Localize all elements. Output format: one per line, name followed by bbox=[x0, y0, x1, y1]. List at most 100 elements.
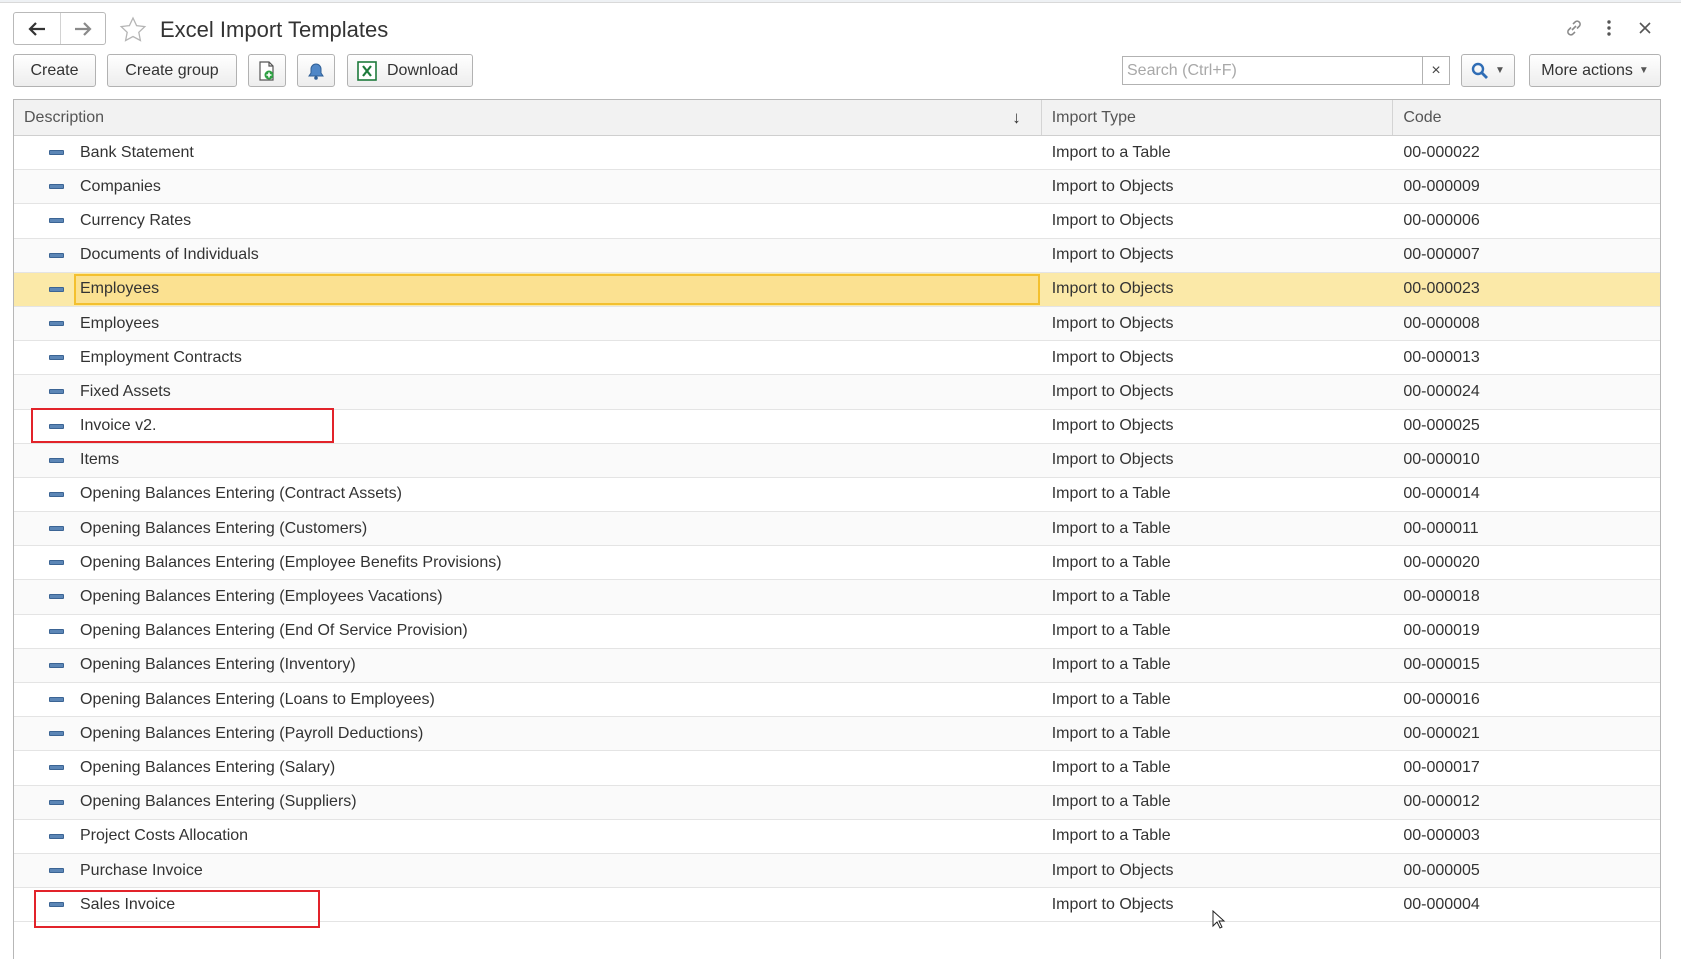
templates-table: Description ↓ Import Type Code Bank Stat… bbox=[13, 99, 1661, 959]
cell-code: 00-000003 bbox=[1403, 827, 1480, 845]
table-row[interactable]: Opening Balances Entering (Inventory) Imp… bbox=[14, 648, 1660, 683]
table-row[interactable]: Opening Balances Entering (Loans to Empl… bbox=[14, 683, 1660, 718]
cell-description: Documents of Individuals bbox=[14, 239, 1041, 272]
cell-import-type: Import to Objects bbox=[1051, 348, 1174, 366]
cell-description: Bank Statement bbox=[14, 136, 1041, 169]
catalog-item-icon bbox=[49, 697, 64, 702]
table-row[interactable]: Employees Import to Objects 00-000023 bbox=[14, 272, 1660, 307]
search-clear-button[interactable]: × bbox=[1422, 57, 1449, 84]
catalog-item-icon bbox=[49, 902, 64, 908]
arrow-left-icon bbox=[28, 21, 45, 36]
column-header-description[interactable]: Description ↓ bbox=[14, 100, 1041, 135]
cell-code: 00-000025 bbox=[1403, 417, 1480, 435]
table-row[interactable]: Currency Rates Import to Objects 00-000006 bbox=[14, 204, 1660, 239]
cell-description: Companies bbox=[14, 170, 1041, 203]
more-actions-button[interactable]: More actions ▼ bbox=[1529, 54, 1661, 87]
catalog-item-icon bbox=[49, 457, 64, 463]
table-row[interactable]: Sales Invoice Import to Objects 00-000004 bbox=[14, 888, 1660, 923]
create-button[interactable]: Create bbox=[13, 54, 96, 87]
catalog-item-icon bbox=[49, 594, 64, 600]
cell-description: Project Costs Allocation bbox=[14, 820, 1041, 853]
cell-description: Opening Balances Entering (Salary) bbox=[14, 751, 1041, 784]
table-row[interactable]: Opening Balances Entering (Customers) Imp… bbox=[14, 512, 1660, 547]
back-button[interactable] bbox=[14, 13, 60, 44]
description-text: Opening Balances Entering (Inventory) bbox=[80, 656, 356, 674]
download-button[interactable]: Download bbox=[347, 54, 473, 87]
table-row[interactable]: Bank Statement Import to a Table 00-000022 bbox=[14, 136, 1660, 171]
column-header-label: Description bbox=[24, 108, 105, 126]
search-options-button[interactable]: ▼ bbox=[1461, 54, 1515, 87]
cell-import-type: Import to a Table bbox=[1051, 622, 1171, 640]
star-icon bbox=[119, 16, 147, 42]
description-text: Bank Statement bbox=[80, 143, 194, 161]
bell-icon bbox=[308, 62, 324, 80]
description-text: Sales Invoice bbox=[80, 895, 176, 913]
cell-description: Opening Balances Entering (Employee Bene… bbox=[14, 546, 1041, 579]
catalog-item-icon bbox=[49, 833, 64, 839]
cell-import-type: Import to Objects bbox=[1051, 246, 1174, 264]
table-row[interactable]: Employees Import to Objects 00-000008 bbox=[14, 306, 1660, 342]
column-header-import-type[interactable]: Import Type bbox=[1040, 100, 1393, 135]
table-row[interactable]: Project Costs Allocation Import to a Tabl… bbox=[14, 820, 1660, 854]
table-row[interactable]: Employment Contracts Import to Objects 00-… bbox=[14, 341, 1660, 376]
more-menu-button[interactable] bbox=[1598, 17, 1620, 39]
table-row[interactable]: Documents of Individuals Import to Object… bbox=[14, 238, 1660, 273]
forward-button[interactable] bbox=[59, 13, 106, 44]
link-button[interactable] bbox=[1563, 17, 1585, 39]
table-body: Bank Statement Import to a Table 00-000022… bbox=[14, 136, 1660, 923]
cell-description: Fixed Assets bbox=[14, 375, 1041, 408]
catalog-item-icon bbox=[49, 355, 64, 361]
table-row[interactable]: Opening Balances Entering (End Of Servic… bbox=[14, 615, 1660, 649]
chevron-down-icon: ▼ bbox=[1638, 65, 1649, 76]
cell-description: Invoice v2. bbox=[14, 410, 1041, 443]
description-text: Project Costs Allocation bbox=[80, 827, 249, 845]
excel-icon bbox=[357, 60, 377, 81]
catalog-item-icon bbox=[49, 799, 64, 805]
table-row[interactable]: Invoice v2. Import to Objects 00-000025 bbox=[14, 410, 1660, 444]
table-row[interactable]: Purchase Invoice Import to Objects 00-0000… bbox=[14, 853, 1660, 889]
table-row[interactable]: Companies Import to Objects 00-000009 bbox=[14, 170, 1660, 205]
table-row[interactable]: Items Import to Objects 00-000010 bbox=[14, 443, 1660, 478]
table-row[interactable]: Opening Balances Entering (Payroll Deduc… bbox=[14, 717, 1660, 752]
table-row[interactable]: Opening Balances Entering (Salary) Import… bbox=[14, 751, 1660, 786]
cell-code: 00-000010 bbox=[1403, 451, 1480, 469]
description-text: Fixed Assets bbox=[80, 382, 171, 400]
cell-code: 00-000006 bbox=[1403, 211, 1480, 229]
description-text: Documents of Individuals bbox=[80, 246, 259, 264]
close-button[interactable] bbox=[1634, 17, 1656, 39]
magnifier-icon bbox=[1471, 62, 1489, 79]
add-document-button[interactable] bbox=[248, 54, 286, 87]
page-title: Excel Import Templates bbox=[160, 17, 389, 42]
cell-code: 00-000011 bbox=[1403, 519, 1479, 537]
create-group-button-label: Create group bbox=[125, 61, 219, 79]
description-text: Employees bbox=[80, 280, 160, 298]
catalog-item-icon bbox=[49, 560, 64, 566]
table-row[interactable]: Opening Balances Entering (Suppliers) Imp… bbox=[14, 785, 1660, 820]
cell-code: 00-000008 bbox=[1403, 314, 1480, 332]
table-row[interactable]: Opening Balances Entering (Contract Asse… bbox=[14, 478, 1660, 513]
column-header-label: Import Type bbox=[1051, 108, 1136, 126]
cell-description: Purchase Invoice bbox=[14, 854, 1041, 887]
table-row[interactable]: Opening Balances Entering (Employee Bene… bbox=[14, 546, 1660, 581]
description-text: Opening Balances Entering (Payroll Deduc… bbox=[80, 724, 424, 742]
catalog-item-icon bbox=[49, 218, 64, 224]
cell-import-type: Import to Objects bbox=[1051, 451, 1174, 469]
favorite-button[interactable] bbox=[118, 15, 148, 45]
table-row[interactable]: Fixed Assets Import to Objects 00-000024 bbox=[14, 375, 1660, 410]
cell-import-type: Import to a Table bbox=[1051, 758, 1171, 776]
search-input[interactable] bbox=[1123, 57, 1422, 84]
column-header-code[interactable]: Code bbox=[1392, 100, 1660, 135]
catalog-item-icon bbox=[49, 320, 64, 326]
cell-code: 00-000022 bbox=[1403, 143, 1480, 161]
cell-description: Currency Rates bbox=[14, 204, 1041, 237]
cell-code: 00-000018 bbox=[1403, 588, 1480, 606]
cell-import-type: Import to Objects bbox=[1051, 314, 1174, 332]
description-text: Employees bbox=[80, 314, 160, 332]
create-group-button[interactable]: Create group bbox=[107, 54, 237, 87]
table-row[interactable]: Opening Balances Entering (Employees Vac… bbox=[14, 580, 1660, 615]
cell-import-type: Import to a Table bbox=[1051, 519, 1171, 537]
cell-import-type: Import to a Table bbox=[1051, 143, 1171, 161]
notify-button[interactable] bbox=[297, 54, 335, 87]
kebab-menu-icon bbox=[1607, 20, 1611, 36]
cell-description: Opening Balances Entering (Customers) bbox=[14, 512, 1041, 545]
